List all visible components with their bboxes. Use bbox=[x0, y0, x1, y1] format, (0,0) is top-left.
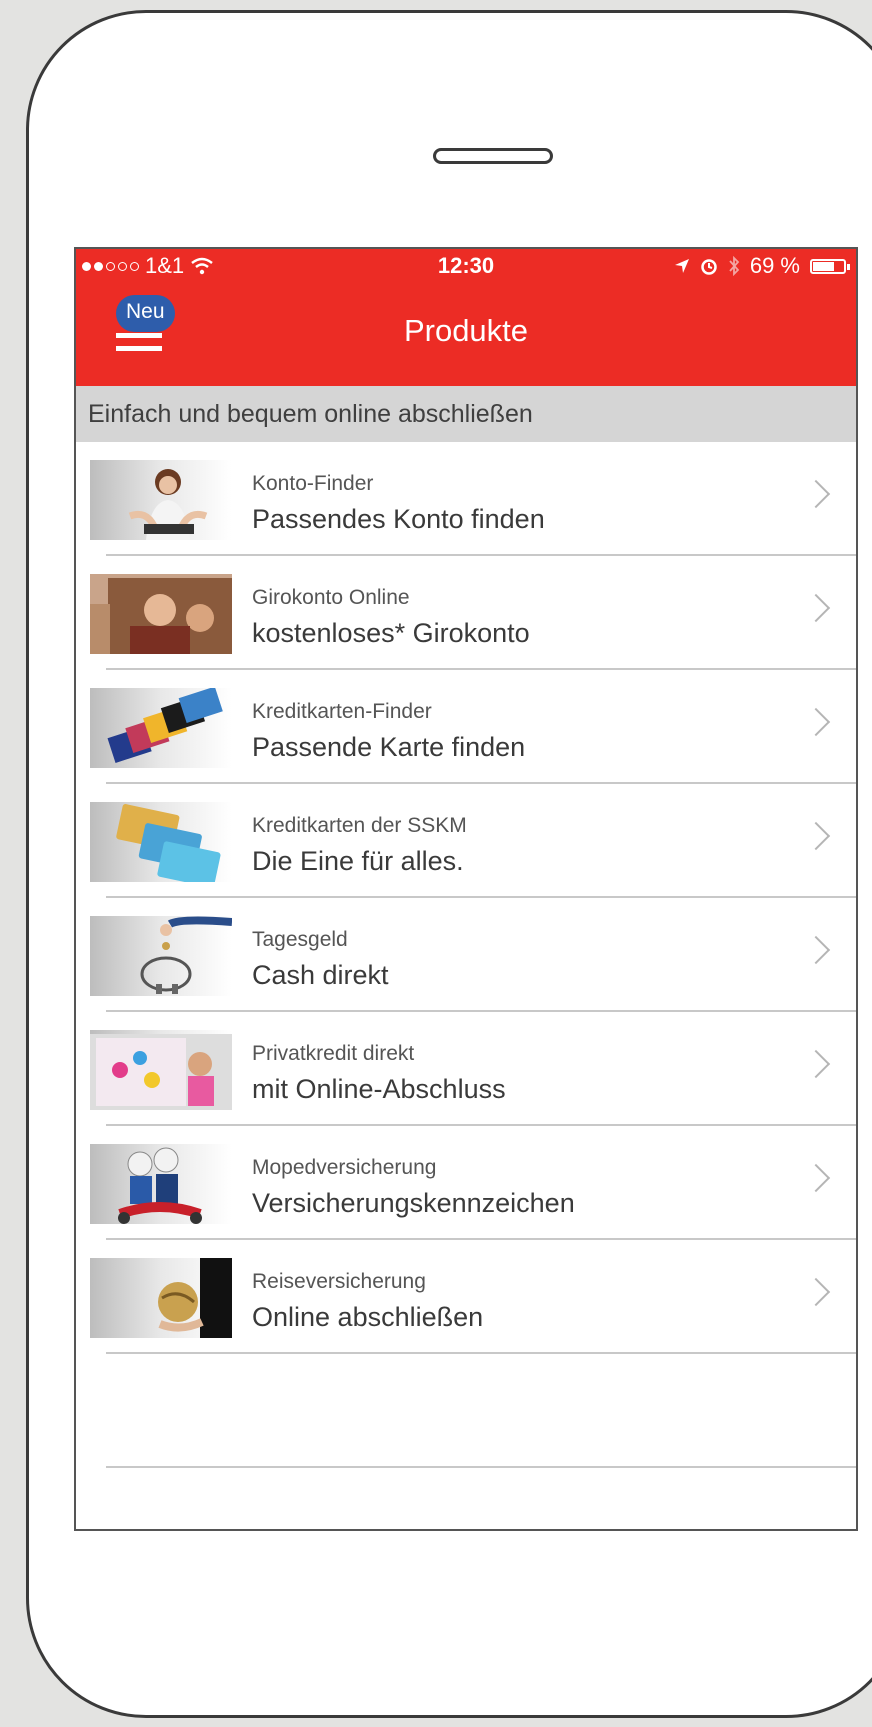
item-title: Passendes Konto finden bbox=[252, 504, 545, 534]
empty-list-row bbox=[76, 1354, 856, 1468]
chevron-right-icon bbox=[801, 821, 831, 851]
item-subtitle: Reiseversicherung bbox=[252, 1270, 426, 1293]
list-item[interactable]: Kreditkarten-Finder Passende Karte finden bbox=[76, 670, 856, 784]
status-right: 69 % bbox=[674, 253, 850, 279]
list-item[interactable]: Girokonto Online kostenloses* Girokonto bbox=[76, 556, 856, 670]
chevron-right-icon bbox=[801, 1049, 831, 1079]
product-thumbnail bbox=[90, 688, 232, 768]
product-thumbnail bbox=[90, 916, 232, 996]
product-thumbnail bbox=[90, 802, 232, 882]
item-subtitle: Tagesgeld bbox=[252, 928, 348, 951]
product-thumbnail bbox=[90, 1030, 232, 1110]
list-item[interactable]: Reiseversicherung Online abschließen bbox=[76, 1240, 856, 1354]
item-subtitle: Kreditkarten der SSKM bbox=[252, 814, 467, 837]
chevron-right-icon bbox=[801, 707, 831, 737]
item-title: Online abschließen bbox=[252, 1302, 484, 1332]
list-item[interactable]: Kreditkarten der SSKM Die Eine für alles. bbox=[76, 784, 856, 898]
item-title: Versicherungskennzeichen bbox=[252, 1188, 575, 1218]
alarm-icon bbox=[701, 259, 717, 275]
list-item[interactable]: Privatkredit direkt mit Online-Abschluss bbox=[76, 1012, 856, 1126]
chevron-right-icon bbox=[801, 935, 831, 965]
app-screen: 1&1 12:30 69 % Neu Produkte Einfach und … bbox=[74, 247, 858, 1531]
item-subtitle: Privatkredit direkt bbox=[252, 1042, 415, 1065]
product-list: Konto-Finder Passendes Konto finden Giroko… bbox=[76, 442, 856, 1468]
section-header: Einfach und bequem online abschließen bbox=[76, 386, 856, 442]
product-thumbnail bbox=[90, 574, 232, 654]
navigation-bar: Neu Produkte bbox=[76, 285, 856, 386]
location-arrow-icon bbox=[674, 259, 689, 273]
item-title: kostenloses* Girokonto bbox=[252, 618, 530, 648]
product-thumbnail bbox=[90, 1258, 232, 1338]
list-item[interactable]: Tagesgeld Cash direkt bbox=[76, 898, 856, 1012]
list-item[interactable]: Mopedversicherung Versicherungskennzeiche… bbox=[76, 1126, 856, 1240]
status-bar: 1&1 12:30 69 % bbox=[76, 249, 856, 285]
item-title: Cash direkt bbox=[252, 960, 389, 990]
phone-speaker bbox=[433, 148, 553, 164]
product-thumbnail bbox=[90, 460, 232, 540]
item-subtitle: Kreditkarten-Finder bbox=[252, 700, 432, 723]
chevron-right-icon bbox=[801, 1277, 831, 1307]
product-thumbnail bbox=[90, 1144, 232, 1224]
item-subtitle: Konto-Finder bbox=[252, 472, 374, 495]
battery-icon bbox=[810, 258, 850, 274]
chevron-right-icon bbox=[801, 593, 831, 623]
page-title: Produkte bbox=[403, 313, 529, 348]
battery-percent: 69 % bbox=[749, 253, 800, 278]
chevron-right-icon bbox=[801, 1163, 831, 1193]
item-subtitle: Mopedversicherung bbox=[252, 1156, 437, 1179]
item-title: Passende Karte finden bbox=[252, 732, 526, 762]
list-item[interactable]: Konto-Finder Passendes Konto finden bbox=[76, 442, 856, 556]
bluetooth-icon bbox=[729, 256, 740, 276]
item-title: Die Eine für alles. bbox=[252, 846, 464, 876]
item-subtitle: Girokonto Online bbox=[252, 586, 410, 609]
item-title: mit Online-Abschluss bbox=[252, 1074, 506, 1104]
chevron-right-icon bbox=[801, 479, 831, 509]
